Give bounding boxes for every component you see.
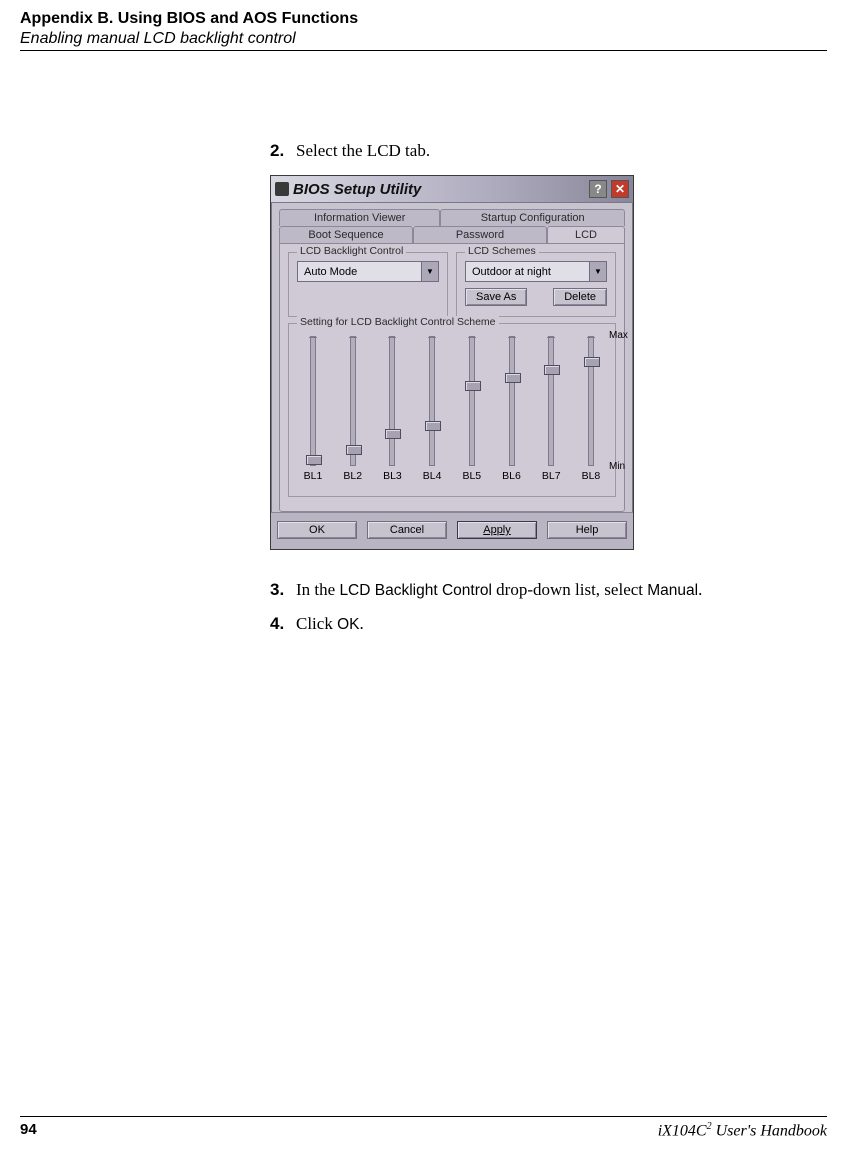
slider-label-bl7: BL7 (542, 470, 561, 482)
dialog-titlebar: BIOS Setup Utility ? ✕ (271, 176, 633, 203)
step-4-sans-1: OK (337, 616, 359, 633)
group-title-backlight: LCD Backlight Control (297, 245, 406, 257)
slider-bl8[interactable] (588, 336, 594, 466)
slider-label-bl5: BL5 (462, 470, 481, 482)
dialog-title: BIOS Setup Utility (293, 181, 585, 198)
chevron-down-icon: ▼ (421, 262, 438, 281)
slider-bl7[interactable] (548, 336, 554, 466)
book-post: User's Handbook (712, 1122, 827, 1139)
slider-label-bl1: BL1 (304, 470, 323, 482)
ok-button[interactable]: OK (277, 521, 357, 539)
page-number: 94 (20, 1121, 37, 1140)
tab-boot-sequence[interactable]: Boot Sequence (279, 226, 413, 243)
page-footer: 94 iX104C2 User's Handbook (20, 1114, 827, 1140)
slider-label-bl6: BL6 (502, 470, 521, 482)
slider-bl3[interactable] (389, 336, 395, 466)
step-number-3: 3. (270, 580, 296, 600)
cancel-button[interactable]: Cancel (367, 521, 447, 539)
step-4-pre: Click (296, 614, 337, 633)
backlight-control-dropdown[interactable]: Auto Mode ▼ (297, 261, 439, 282)
delete-button[interactable]: Delete (553, 288, 607, 306)
chevron-down-icon: ▼ (589, 262, 606, 281)
lcd-schemes-value: Outdoor at night (472, 266, 551, 278)
slider-bl1[interactable] (310, 336, 316, 466)
group-title-setting: Setting for LCD Backlight Control Scheme (297, 316, 499, 328)
sliders-row: Max Min BL1 BL2 (297, 332, 607, 486)
step-3-sans-1: LCD Backlight Control (339, 582, 491, 599)
titlebar-close-button[interactable]: ✕ (611, 180, 629, 198)
backlight-control-value: Auto Mode (304, 266, 357, 278)
step-2-text: Select the LCD tab. (296, 141, 430, 161)
slider-bl2[interactable] (350, 336, 356, 466)
step-3-sans-2: Manual (647, 582, 698, 599)
group-title-schemes: LCD Schemes (465, 245, 539, 257)
header-rule (20, 50, 827, 51)
step-4-post: . (360, 614, 364, 633)
slider-bl5[interactable] (469, 336, 475, 466)
book-title: iX104C2 User's Handbook (658, 1121, 827, 1140)
group-lcd-schemes: LCD Schemes Outdoor at night ▼ Save As D… (456, 252, 616, 317)
slider-label-bl2: BL2 (343, 470, 362, 482)
slider-bl6[interactable] (509, 336, 515, 466)
save-as-button[interactable]: Save As (465, 288, 527, 306)
label-max: Max (609, 330, 631, 341)
slider-bl4[interactable] (429, 336, 435, 466)
tab-information-viewer[interactable]: Information Viewer (279, 209, 440, 226)
footer-rule (20, 1116, 827, 1117)
group-lcd-backlight-control: LCD Backlight Control Auto Mode ▼ (288, 252, 448, 317)
tab-lcd[interactable]: LCD (547, 226, 625, 243)
step-4-text: Click OK. (296, 614, 364, 634)
step-3-post: . (698, 580, 702, 599)
label-min: Min (609, 461, 631, 472)
group-slider-settings: Setting for LCD Backlight Control Scheme… (288, 323, 616, 497)
appendix-title: Appendix B. Using BIOS and AOS Functions (20, 10, 827, 28)
step-number-2: 2. (270, 141, 296, 161)
slider-label-bl3: BL3 (383, 470, 402, 482)
slider-label-bl4: BL4 (423, 470, 442, 482)
help-button[interactable]: Help (547, 521, 627, 539)
step-number-4: 4. (270, 614, 296, 634)
slider-label-bl8: BL8 (582, 470, 601, 482)
titlebar-help-button[interactable]: ? (589, 180, 607, 198)
section-subtitle: Enabling manual LCD backlight control (20, 30, 827, 48)
tab-startup-configuration[interactable]: Startup Configuration (440, 209, 625, 226)
book-pre: iX104C (658, 1122, 707, 1139)
step-3-text: In the LCD Backlight Control drop-down l… (296, 580, 702, 600)
step-3-mid: drop-down list, select (492, 580, 647, 599)
bios-setup-dialog: BIOS Setup Utility ? ✕ Information Viewe… (270, 175, 634, 550)
apply-button[interactable]: Apply (457, 521, 537, 539)
tab-password[interactable]: Password (413, 226, 547, 243)
step-3-pre: In the (296, 580, 339, 599)
lcd-schemes-dropdown[interactable]: Outdoor at night ▼ (465, 261, 607, 282)
app-icon (275, 182, 289, 196)
